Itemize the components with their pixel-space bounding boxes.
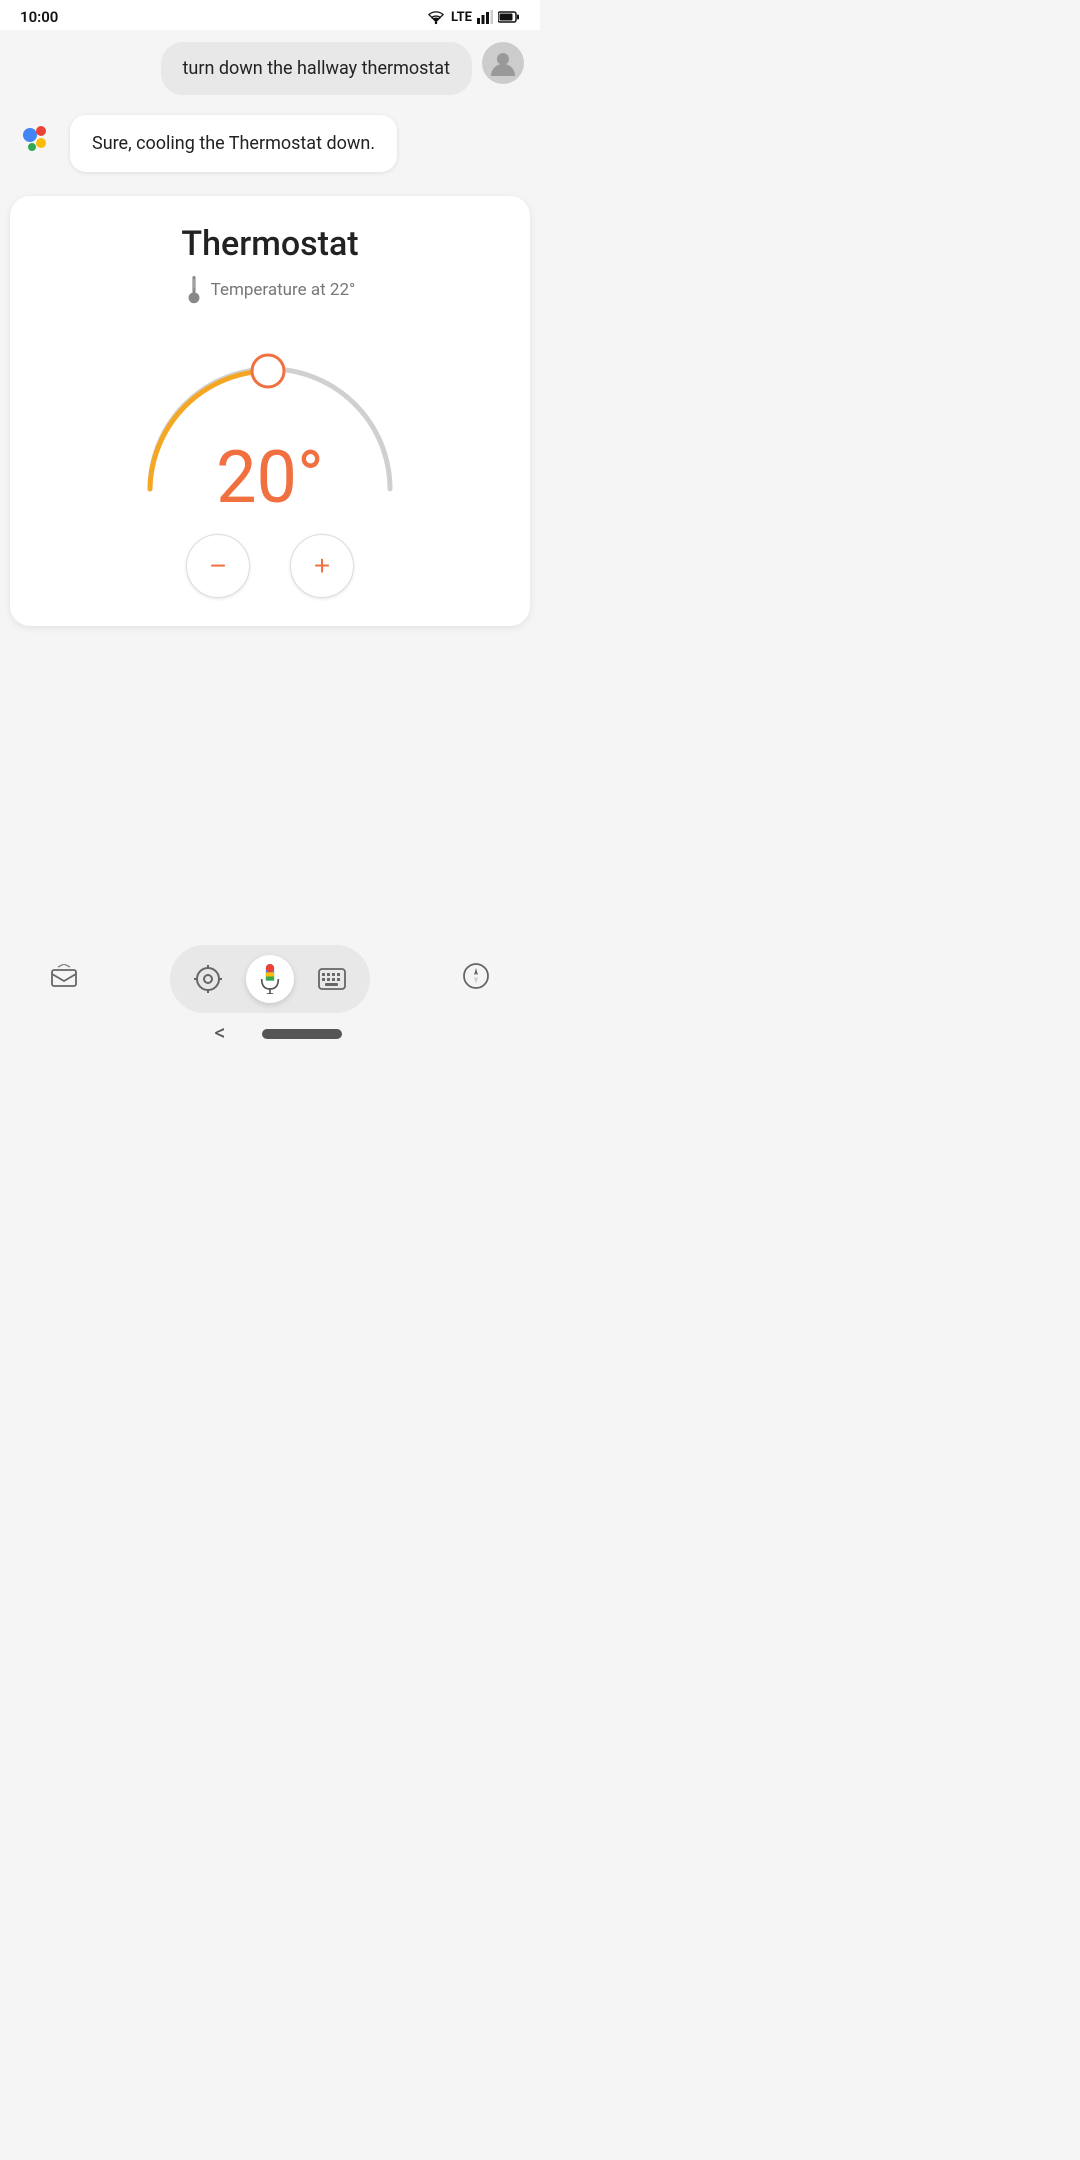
inbox-icon[interactable]: [50, 964, 78, 994]
avatar-icon: [490, 49, 516, 77]
toolbar-extras: [20, 937, 520, 1017]
bottom-toolbar: <: [0, 925, 540, 1066]
user-message-row: turn down the hallway thermostat: [16, 42, 524, 95]
keyboard-icon[interactable]: [314, 961, 350, 997]
thermometer-icon: [185, 276, 203, 304]
thermostat-card: Thermostat Temperature at 22°: [10, 196, 530, 626]
chat-area: turn down the hallway thermostat: [0, 30, 540, 196]
nav-bar: <: [20, 1017, 520, 1058]
temperature-label: Temperature at 22°: [30, 276, 510, 304]
assistant-bubble: Sure, cooling the Thermostat down.: [70, 115, 397, 172]
user-message-text: turn down the hallway thermostat: [183, 58, 450, 79]
thermostat-controls: − +: [30, 534, 510, 598]
thermostat-title: Thermostat: [30, 224, 510, 264]
wifi-icon: [426, 9, 446, 25]
status-time: 10:00: [20, 8, 58, 26]
current-temperature: 20°: [216, 442, 324, 514]
temp-label-text: Temperature at 22°: [211, 280, 356, 300]
assistant-row: Sure, cooling the Thermostat down.: [16, 115, 524, 172]
home-indicator[interactable]: [262, 1029, 342, 1039]
microphone-button[interactable]: [246, 955, 294, 1003]
increase-button[interactable]: +: [290, 534, 354, 598]
user-avatar: [482, 42, 524, 84]
google-assistant-logo: [16, 115, 60, 159]
lens-icon[interactable]: [190, 961, 226, 997]
back-button[interactable]: <: [198, 1017, 241, 1050]
status-bar: 10:00 LTE: [0, 0, 540, 30]
user-bubble: turn down the hallway thermostat: [161, 42, 472, 95]
assistant-response-text: Sure, cooling the Thermostat down.: [92, 133, 375, 154]
input-bar: [170, 945, 370, 1013]
decrease-button[interactable]: −: [186, 534, 250, 598]
battery-icon: [498, 11, 520, 23]
lte-icon: LTE: [451, 10, 472, 25]
thermostat-dial: 20°: [120, 314, 420, 514]
main-content: turn down the hallway thermostat: [0, 30, 540, 1066]
compass-icon[interactable]: [462, 962, 490, 996]
signal-icon: [477, 10, 493, 24]
status-icons: LTE: [426, 9, 520, 25]
